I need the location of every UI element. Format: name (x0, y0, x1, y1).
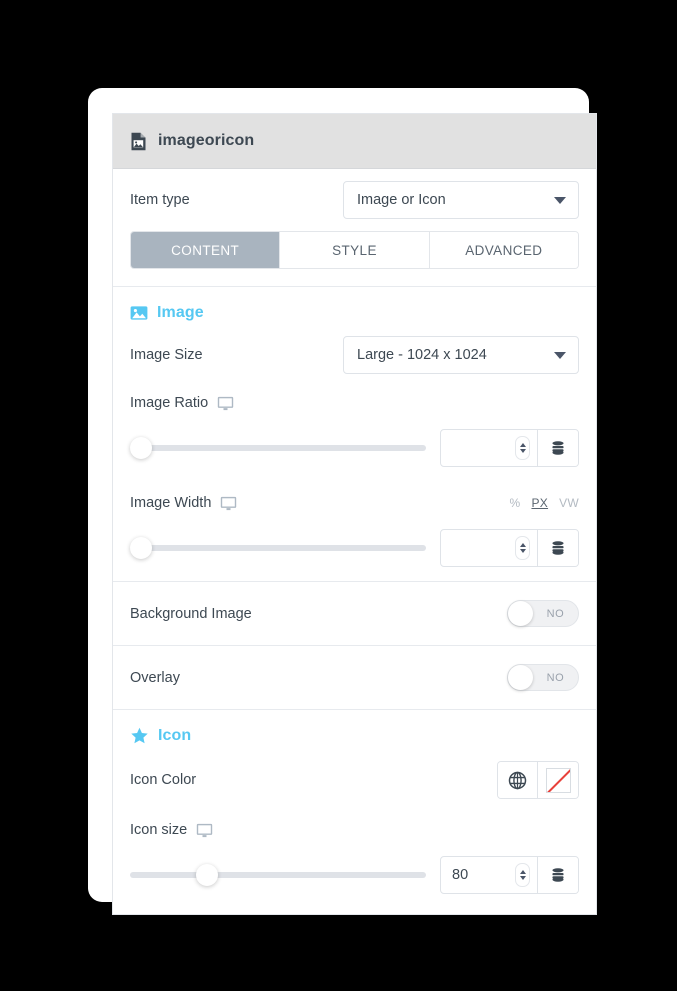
item-type-value: Image or Icon (357, 192, 446, 208)
image-size-select[interactable]: Large - 1024 x 1024 (343, 336, 579, 374)
tab-style[interactable]: STYLE (280, 232, 430, 268)
spinner-updown-icon[interactable] (515, 436, 530, 460)
image-width-slider-row (113, 525, 596, 581)
toggle-knob (508, 665, 533, 690)
icon-size-value: 80 (452, 867, 469, 883)
image-ratio-slider[interactable] (130, 437, 426, 459)
overlay-toggle[interactable]: NO (507, 664, 579, 691)
database-icon (552, 868, 564, 882)
panel-title: imageoricon (158, 132, 255, 149)
unit-vw[interactable]: VW (559, 496, 579, 510)
spin-up-icon (519, 443, 526, 447)
icon-section-header: Icon (113, 710, 596, 752)
spin-down-icon (519, 876, 526, 880)
overlay-row: Overlay NO (113, 646, 596, 709)
image-section-header: Image (113, 287, 596, 329)
image-width-slider[interactable] (130, 537, 426, 559)
overlay-label: Overlay (130, 669, 180, 686)
desktop-monitor-icon[interactable] (217, 396, 234, 411)
chevron-down-icon (554, 351, 566, 359)
icon-size-input[interactable]: 80 (441, 857, 538, 893)
spin-up-icon (519, 543, 526, 547)
image-width-dynamic-button[interactable] (538, 530, 578, 566)
chevron-down-icon (554, 196, 566, 204)
image-section-title: Image (157, 304, 204, 321)
database-icon (552, 441, 564, 455)
database-icon (552, 541, 564, 555)
slider-thumb[interactable] (130, 537, 152, 559)
item-type-select[interactable]: Image or Icon (343, 181, 579, 219)
slider-thumb[interactable] (195, 864, 218, 886)
settings-panel: imageoricon Item type Image or Icon CONT… (112, 113, 597, 915)
image-ratio-input[interactable] (441, 430, 538, 466)
icon-color-label: Icon Color (130, 772, 197, 788)
spin-down-icon (519, 449, 526, 453)
icon-color-swatch-button[interactable] (538, 762, 578, 798)
slider-track (130, 545, 426, 551)
image-width-row: Image Width % PX VW (113, 481, 596, 525)
image-ratio-input-group (440, 429, 579, 467)
desktop-monitor-icon[interactable] (196, 823, 213, 838)
image-ratio-slider-row (113, 425, 596, 481)
icon-color-control-group (497, 761, 579, 799)
tab-bar: CONTENT STYLE ADVANCED (130, 231, 579, 269)
unit-percent[interactable]: % (509, 496, 520, 510)
image-width-input-group (440, 529, 579, 567)
icon-section-title: Icon (158, 727, 192, 744)
overlay-state: NO (546, 671, 565, 684)
icon-size-row: Icon size (113, 808, 596, 852)
background-image-label: Background Image (130, 605, 252, 622)
image-width-unit-selector: % PX VW (509, 496, 579, 510)
background-image-row: Background Image NO (113, 582, 596, 645)
globe-icon (508, 771, 527, 789)
icon-color-row: Icon Color (113, 752, 596, 808)
icon-size-slider-row: 80 (113, 852, 596, 914)
toggle-knob (508, 601, 533, 626)
background-image-state: NO (546, 607, 565, 620)
file-image-icon (130, 132, 147, 151)
tab-advanced[interactable]: ADVANCED (429, 232, 578, 268)
image-size-label: Image Size (130, 347, 203, 363)
spin-up-icon (519, 870, 526, 874)
star-icon (130, 727, 149, 745)
icon-size-input-group: 80 (440, 856, 579, 894)
image-size-row: Image Size Large - 1024 x 1024 (113, 329, 596, 381)
image-ratio-row: Image Ratio (113, 381, 596, 425)
spin-down-icon (519, 549, 526, 553)
tabs-wrapper: CONTENT STYLE ADVANCED (113, 231, 596, 286)
item-type-label: Item type (130, 192, 190, 208)
item-type-row: Item type Image or Icon (113, 169, 596, 231)
icon-color-global-button[interactable] (498, 762, 538, 798)
spinner-updown-icon[interactable] (515, 536, 530, 560)
icon-size-label: Icon size (130, 822, 188, 838)
icon-size-slider[interactable] (130, 864, 426, 886)
spinner-updown-icon[interactable] (515, 863, 530, 887)
slider-track (130, 445, 426, 451)
no-color-swatch-icon (545, 767, 571, 793)
unit-px[interactable]: PX (531, 496, 548, 510)
image-width-input[interactable] (441, 530, 538, 566)
image-ratio-dynamic-button[interactable] (538, 430, 578, 466)
image-icon (130, 305, 148, 321)
slider-track (130, 872, 426, 878)
image-size-value: Large - 1024 x 1024 (357, 347, 487, 363)
image-width-label: Image Width (130, 495, 212, 511)
slider-thumb[interactable] (130, 437, 152, 459)
desktop-monitor-icon[interactable] (220, 496, 237, 511)
image-ratio-label: Image Ratio (130, 395, 209, 411)
panel-header: imageoricon (113, 114, 596, 169)
tab-content[interactable]: CONTENT (131, 232, 281, 268)
icon-size-dynamic-button[interactable] (538, 857, 578, 893)
background-image-toggle[interactable]: NO (507, 600, 579, 627)
editor-card: imageoricon Item type Image or Icon CONT… (88, 88, 597, 915)
